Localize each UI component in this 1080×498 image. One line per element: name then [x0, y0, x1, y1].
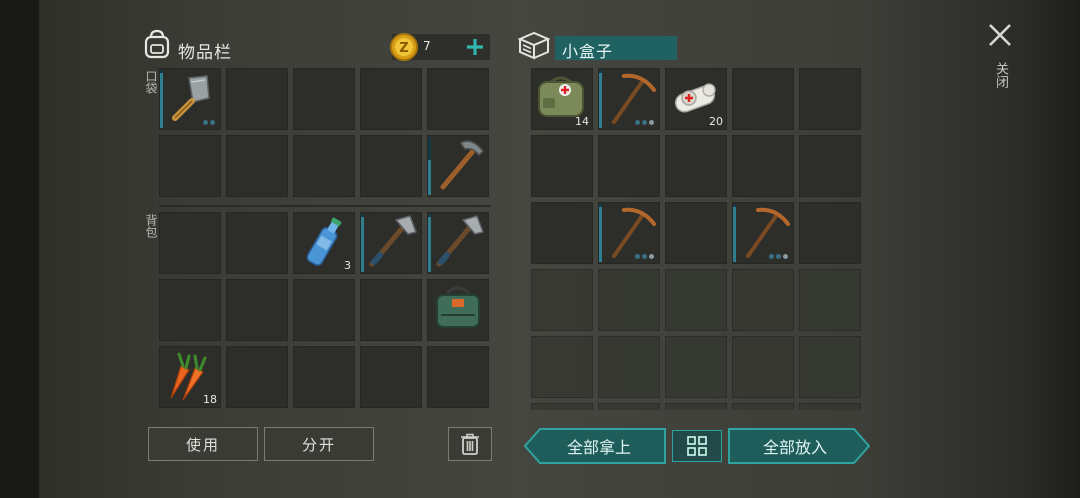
container-slot[interactable] [598, 68, 660, 130]
container-title: 小盒子 [562, 42, 614, 61]
container-grid: 14 20 [531, 68, 861, 410]
container-slot[interactable] [799, 68, 861, 130]
stone-hammer-icon [427, 135, 489, 197]
container-slot[interactable] [665, 135, 727, 197]
pocket-slot[interactable] [360, 135, 422, 197]
coin-icon: Z [389, 32, 419, 62]
pocket-slot[interactable] [427, 68, 489, 130]
pocket-slot[interactable] [427, 135, 489, 197]
item-quantity: 3 [344, 259, 351, 272]
container-slot[interactable] [799, 403, 861, 410]
container-slot[interactable] [598, 269, 660, 331]
put-all-button[interactable]: 全部放入 [728, 428, 870, 464]
item-quantity: 14 [575, 115, 589, 128]
container-slot[interactable] [531, 269, 593, 331]
trash-icon [461, 433, 479, 455]
close-label: 关闭 [993, 62, 1008, 88]
backpack-slot[interactable] [293, 279, 355, 341]
backpack-icon [142, 28, 172, 60]
backpack-slot[interactable] [159, 212, 221, 274]
container-slot[interactable] [598, 403, 660, 410]
take-all-label: 全部拿上 [566, 438, 631, 457]
pocket-slot[interactable] [226, 135, 288, 197]
container-slot[interactable] [799, 135, 861, 197]
pocket-slot[interactable] [159, 68, 221, 130]
pocket-slot[interactable] [293, 68, 355, 130]
grid-sort-icon [687, 436, 707, 456]
close-button[interactable]: 关闭 [985, 22, 1015, 102]
container-slot[interactable] [531, 403, 593, 410]
item-quantity: 20 [709, 115, 723, 128]
container-slot[interactable]: 20 [665, 68, 727, 130]
container-slot[interactable] [598, 202, 660, 264]
backpack-slot[interactable] [427, 212, 489, 274]
upgrade-dots [635, 254, 654, 259]
container-slot[interactable] [531, 202, 593, 264]
upgrade-dots [769, 254, 788, 259]
pocket-grid [159, 68, 489, 197]
container-slot[interactable] [732, 68, 794, 130]
pocket-slot[interactable] [360, 68, 422, 130]
container-slot[interactable] [665, 202, 727, 264]
use-button[interactable]: 使用 [148, 427, 258, 461]
pocket-slot[interactable] [159, 135, 221, 197]
backpack-slot[interactable] [360, 279, 422, 341]
green-bag-icon [427, 279, 489, 341]
backpack-slot[interactable]: 3 [293, 212, 355, 274]
split-button[interactable]: 分开 [264, 427, 374, 461]
box-icon [516, 29, 552, 61]
hatchet-icon [360, 212, 422, 274]
sort-button[interactable] [672, 430, 722, 462]
trash-button[interactable] [448, 427, 492, 461]
pocket-label: 口袋 [144, 70, 158, 94]
put-all-label: 全部放入 [762, 438, 827, 457]
container-slot[interactable] [799, 336, 861, 398]
hatchet-icon [427, 212, 489, 274]
container-slot[interactable] [732, 269, 794, 331]
backpack-grid: 3 18 [159, 212, 489, 408]
backpack-slot[interactable] [427, 279, 489, 341]
container-slot[interactable]: 14 [531, 68, 593, 130]
inventory-title: 物品栏 [178, 43, 232, 63]
add-coins-button[interactable] [464, 36, 486, 58]
container-slot[interactable] [732, 403, 794, 410]
backpack-slot[interactable] [226, 279, 288, 341]
container-slot[interactable] [665, 336, 727, 398]
close-icon [989, 24, 1011, 46]
backpack-slot[interactable] [159, 279, 221, 341]
backpack-slot[interactable] [293, 346, 355, 408]
container-slot[interactable] [531, 135, 593, 197]
container-slot[interactable] [799, 202, 861, 264]
pocket-slot[interactable] [293, 135, 355, 197]
backpack-slot[interactable] [226, 212, 288, 274]
backpack-slot[interactable] [427, 346, 489, 408]
container-slot[interactable] [732, 202, 794, 264]
container-slot[interactable] [732, 336, 794, 398]
container-slot[interactable] [665, 403, 727, 410]
container-slot[interactable] [598, 336, 660, 398]
container-slot[interactable] [531, 336, 593, 398]
upgrade-dots [203, 120, 215, 125]
container-slot[interactable] [732, 135, 794, 197]
item-quantity: 18 [203, 393, 217, 406]
backpack-slot[interactable] [360, 346, 422, 408]
take-all-button[interactable]: 全部拿上 [524, 428, 666, 464]
svg-text:Z: Z [399, 41, 408, 56]
pocket-slot[interactable] [226, 68, 288, 130]
section-divider [159, 205, 491, 207]
inventory-screen: 物品栏 Z 7 口袋 背包 3 18 使用 分开 小盒子 14 20 全部拿上 … [0, 0, 1080, 498]
backpack-slot[interactable] [226, 346, 288, 408]
backpack-slot[interactable]: 18 [159, 346, 221, 408]
container-slot[interactable] [598, 135, 660, 197]
coin-count: 7 [423, 39, 431, 53]
backpack-label: 背包 [144, 214, 158, 238]
backpack-slot[interactable] [360, 212, 422, 274]
upgrade-dots [635, 120, 654, 125]
container-slot[interactable] [665, 269, 727, 331]
container-slot[interactable] [799, 269, 861, 331]
container-name-field[interactable]: 小盒子 [555, 36, 677, 61]
